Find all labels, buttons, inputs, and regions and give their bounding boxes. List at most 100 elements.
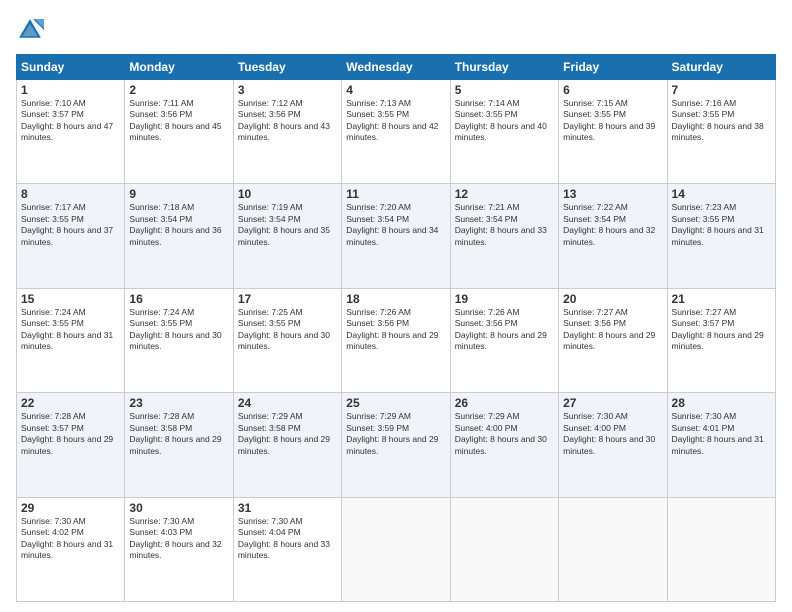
- calendar-cell: 6Sunrise: 7:15 AMSunset: 3:55 PMDaylight…: [559, 80, 667, 184]
- cell-text: Sunrise: 7:15 AMSunset: 3:55 PMDaylight:…: [563, 98, 655, 142]
- calendar-cell: [450, 497, 558, 601]
- day-number: 2: [129, 83, 228, 97]
- day-number: 17: [238, 292, 337, 306]
- calendar-week-row: 1Sunrise: 7:10 AMSunset: 3:57 PMDaylight…: [17, 80, 776, 184]
- day-number: 5: [455, 83, 554, 97]
- cell-text: Sunrise: 7:11 AMSunset: 3:56 PMDaylight:…: [129, 98, 221, 142]
- cell-text: Sunrise: 7:25 AMSunset: 3:55 PMDaylight:…: [238, 307, 330, 351]
- cell-text: Sunrise: 7:13 AMSunset: 3:55 PMDaylight:…: [346, 98, 438, 142]
- calendar-cell: 14Sunrise: 7:23 AMSunset: 3:55 PMDayligh…: [667, 184, 775, 288]
- calendar-cell: 27Sunrise: 7:30 AMSunset: 4:00 PMDayligh…: [559, 393, 667, 497]
- calendar-cell: 16Sunrise: 7:24 AMSunset: 3:55 PMDayligh…: [125, 288, 233, 392]
- cell-text: Sunrise: 7:30 AMSunset: 4:01 PMDaylight:…: [672, 411, 764, 455]
- cell-text: Sunrise: 7:28 AMSunset: 3:57 PMDaylight:…: [21, 411, 113, 455]
- cell-text: Sunrise: 7:18 AMSunset: 3:54 PMDaylight:…: [129, 202, 221, 246]
- day-number: 14: [672, 187, 771, 201]
- day-number: 8: [21, 187, 120, 201]
- calendar-cell: 9Sunrise: 7:18 AMSunset: 3:54 PMDaylight…: [125, 184, 233, 288]
- calendar-cell: 12Sunrise: 7:21 AMSunset: 3:54 PMDayligh…: [450, 184, 558, 288]
- day-number: 20: [563, 292, 662, 306]
- cell-text: Sunrise: 7:29 AMSunset: 4:00 PMDaylight:…: [455, 411, 547, 455]
- calendar-cell: 18Sunrise: 7:26 AMSunset: 3:56 PMDayligh…: [342, 288, 450, 392]
- calendar-cell: 8Sunrise: 7:17 AMSunset: 3:55 PMDaylight…: [17, 184, 125, 288]
- day-number: 18: [346, 292, 445, 306]
- calendar-header-sunday: Sunday: [17, 55, 125, 80]
- calendar-cell: 3Sunrise: 7:12 AMSunset: 3:56 PMDaylight…: [233, 80, 341, 184]
- calendar-cell: 10Sunrise: 7:19 AMSunset: 3:54 PMDayligh…: [233, 184, 341, 288]
- header: [16, 16, 776, 44]
- calendar-cell: 29Sunrise: 7:30 AMSunset: 4:02 PMDayligh…: [17, 497, 125, 601]
- calendar-cell: 26Sunrise: 7:29 AMSunset: 4:00 PMDayligh…: [450, 393, 558, 497]
- calendar-header-friday: Friday: [559, 55, 667, 80]
- cell-text: Sunrise: 7:21 AMSunset: 3:54 PMDaylight:…: [455, 202, 547, 246]
- calendar-week-row: 8Sunrise: 7:17 AMSunset: 3:55 PMDaylight…: [17, 184, 776, 288]
- calendar-cell: 4Sunrise: 7:13 AMSunset: 3:55 PMDaylight…: [342, 80, 450, 184]
- cell-text: Sunrise: 7:19 AMSunset: 3:54 PMDaylight:…: [238, 202, 330, 246]
- page: SundayMondayTuesdayWednesdayThursdayFrid…: [0, 0, 792, 612]
- calendar-cell: 25Sunrise: 7:29 AMSunset: 3:59 PMDayligh…: [342, 393, 450, 497]
- day-number: 31: [238, 501, 337, 515]
- cell-text: Sunrise: 7:20 AMSunset: 3:54 PMDaylight:…: [346, 202, 438, 246]
- calendar-cell: 1Sunrise: 7:10 AMSunset: 3:57 PMDaylight…: [17, 80, 125, 184]
- calendar-cell: 11Sunrise: 7:20 AMSunset: 3:54 PMDayligh…: [342, 184, 450, 288]
- cell-text: Sunrise: 7:24 AMSunset: 3:55 PMDaylight:…: [21, 307, 113, 351]
- cell-text: Sunrise: 7:17 AMSunset: 3:55 PMDaylight:…: [21, 202, 113, 246]
- cell-text: Sunrise: 7:14 AMSunset: 3:55 PMDaylight:…: [455, 98, 547, 142]
- day-number: 1: [21, 83, 120, 97]
- day-number: 21: [672, 292, 771, 306]
- calendar-header-wednesday: Wednesday: [342, 55, 450, 80]
- day-number: 26: [455, 396, 554, 410]
- day-number: 30: [129, 501, 228, 515]
- day-number: 4: [346, 83, 445, 97]
- day-number: 11: [346, 187, 445, 201]
- cell-text: Sunrise: 7:26 AMSunset: 3:56 PMDaylight:…: [346, 307, 438, 351]
- logo-icon: [16, 16, 44, 44]
- calendar-cell: 28Sunrise: 7:30 AMSunset: 4:01 PMDayligh…: [667, 393, 775, 497]
- calendar-cell: 7Sunrise: 7:16 AMSunset: 3:55 PMDaylight…: [667, 80, 775, 184]
- calendar-week-row: 15Sunrise: 7:24 AMSunset: 3:55 PMDayligh…: [17, 288, 776, 392]
- day-number: 12: [455, 187, 554, 201]
- cell-text: Sunrise: 7:26 AMSunset: 3:56 PMDaylight:…: [455, 307, 547, 351]
- cell-text: Sunrise: 7:27 AMSunset: 3:57 PMDaylight:…: [672, 307, 764, 351]
- cell-text: Sunrise: 7:29 AMSunset: 3:58 PMDaylight:…: [238, 411, 330, 455]
- calendar-week-row: 29Sunrise: 7:30 AMSunset: 4:02 PMDayligh…: [17, 497, 776, 601]
- calendar-cell: [559, 497, 667, 601]
- calendar-header-row: SundayMondayTuesdayWednesdayThursdayFrid…: [17, 55, 776, 80]
- cell-text: Sunrise: 7:30 AMSunset: 4:04 PMDaylight:…: [238, 516, 330, 560]
- calendar-cell: 20Sunrise: 7:27 AMSunset: 3:56 PMDayligh…: [559, 288, 667, 392]
- calendar-cell: 17Sunrise: 7:25 AMSunset: 3:55 PMDayligh…: [233, 288, 341, 392]
- calendar-cell: 21Sunrise: 7:27 AMSunset: 3:57 PMDayligh…: [667, 288, 775, 392]
- cell-text: Sunrise: 7:22 AMSunset: 3:54 PMDaylight:…: [563, 202, 655, 246]
- calendar-cell: 19Sunrise: 7:26 AMSunset: 3:56 PMDayligh…: [450, 288, 558, 392]
- calendar-header-monday: Monday: [125, 55, 233, 80]
- calendar-table: SundayMondayTuesdayWednesdayThursdayFrid…: [16, 54, 776, 602]
- cell-text: Sunrise: 7:29 AMSunset: 3:59 PMDaylight:…: [346, 411, 438, 455]
- cell-text: Sunrise: 7:28 AMSunset: 3:58 PMDaylight:…: [129, 411, 221, 455]
- calendar-cell: 31Sunrise: 7:30 AMSunset: 4:04 PMDayligh…: [233, 497, 341, 601]
- calendar-cell: 30Sunrise: 7:30 AMSunset: 4:03 PMDayligh…: [125, 497, 233, 601]
- calendar-cell: 15Sunrise: 7:24 AMSunset: 3:55 PMDayligh…: [17, 288, 125, 392]
- calendar-week-row: 22Sunrise: 7:28 AMSunset: 3:57 PMDayligh…: [17, 393, 776, 497]
- day-number: 15: [21, 292, 120, 306]
- cell-text: Sunrise: 7:12 AMSunset: 3:56 PMDaylight:…: [238, 98, 330, 142]
- cell-text: Sunrise: 7:23 AMSunset: 3:55 PMDaylight:…: [672, 202, 764, 246]
- day-number: 9: [129, 187, 228, 201]
- calendar-cell: 5Sunrise: 7:14 AMSunset: 3:55 PMDaylight…: [450, 80, 558, 184]
- day-number: 10: [238, 187, 337, 201]
- calendar-header-thursday: Thursday: [450, 55, 558, 80]
- day-number: 22: [21, 396, 120, 410]
- day-number: 25: [346, 396, 445, 410]
- day-number: 24: [238, 396, 337, 410]
- day-number: 27: [563, 396, 662, 410]
- calendar-cell: 2Sunrise: 7:11 AMSunset: 3:56 PMDaylight…: [125, 80, 233, 184]
- day-number: 6: [563, 83, 662, 97]
- day-number: 3: [238, 83, 337, 97]
- calendar-cell: 24Sunrise: 7:29 AMSunset: 3:58 PMDayligh…: [233, 393, 341, 497]
- cell-text: Sunrise: 7:16 AMSunset: 3:55 PMDaylight:…: [672, 98, 764, 142]
- cell-text: Sunrise: 7:30 AMSunset: 4:03 PMDaylight:…: [129, 516, 221, 560]
- calendar-cell: 23Sunrise: 7:28 AMSunset: 3:58 PMDayligh…: [125, 393, 233, 497]
- logo: [16, 16, 48, 44]
- day-number: 28: [672, 396, 771, 410]
- cell-text: Sunrise: 7:10 AMSunset: 3:57 PMDaylight:…: [21, 98, 113, 142]
- day-number: 19: [455, 292, 554, 306]
